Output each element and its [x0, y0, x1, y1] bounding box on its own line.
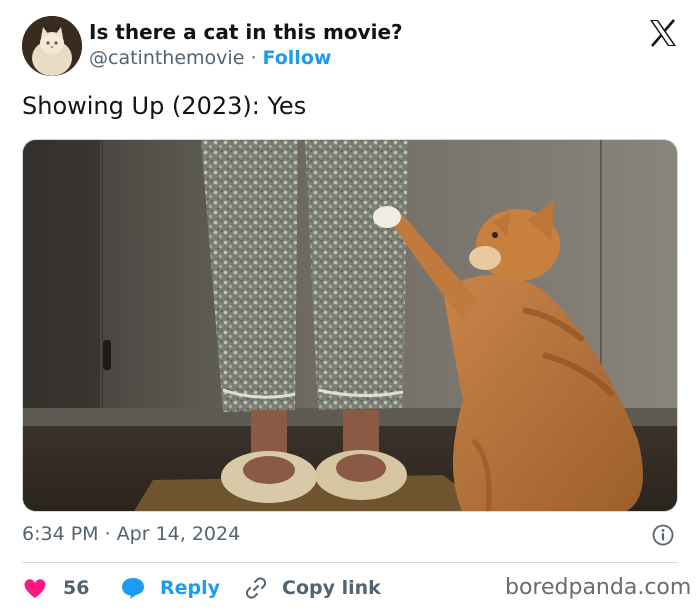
heart-icon	[22, 576, 48, 600]
like-count: 56	[63, 577, 90, 599]
author-avatar[interactable]	[22, 16, 82, 76]
info-icon[interactable]	[652, 524, 674, 546]
speech-bubble-icon	[120, 576, 146, 600]
divider	[22, 562, 678, 563]
copy-link-label: Copy link	[282, 577, 381, 599]
separator-dot: ·	[250, 47, 257, 69]
author-handle-row: @catinthemovie · Follow	[89, 47, 331, 69]
reply-button[interactable]: Reply	[120, 574, 220, 602]
link-icon	[244, 576, 268, 600]
x-logo-icon[interactable]	[648, 18, 678, 48]
reply-label: Reply	[160, 577, 221, 599]
tweet-timestamp[interactable]: 6:34 PM · Apr 14, 2024	[22, 523, 240, 545]
follow-button[interactable]: Follow	[263, 47, 332, 69]
author-display-name[interactable]: Is there a cat in this movie?	[89, 20, 403, 44]
watermark-text: boredpanda.com	[505, 575, 692, 600]
tweet-text: Showing Up (2023): Yes	[22, 92, 307, 120]
like-button[interactable]: 56	[22, 574, 89, 602]
author-handle[interactable]: @catinthemovie	[89, 47, 244, 69]
copy-link-button[interactable]: Copy link	[244, 574, 381, 602]
tweet-media-image[interactable]	[22, 139, 678, 512]
